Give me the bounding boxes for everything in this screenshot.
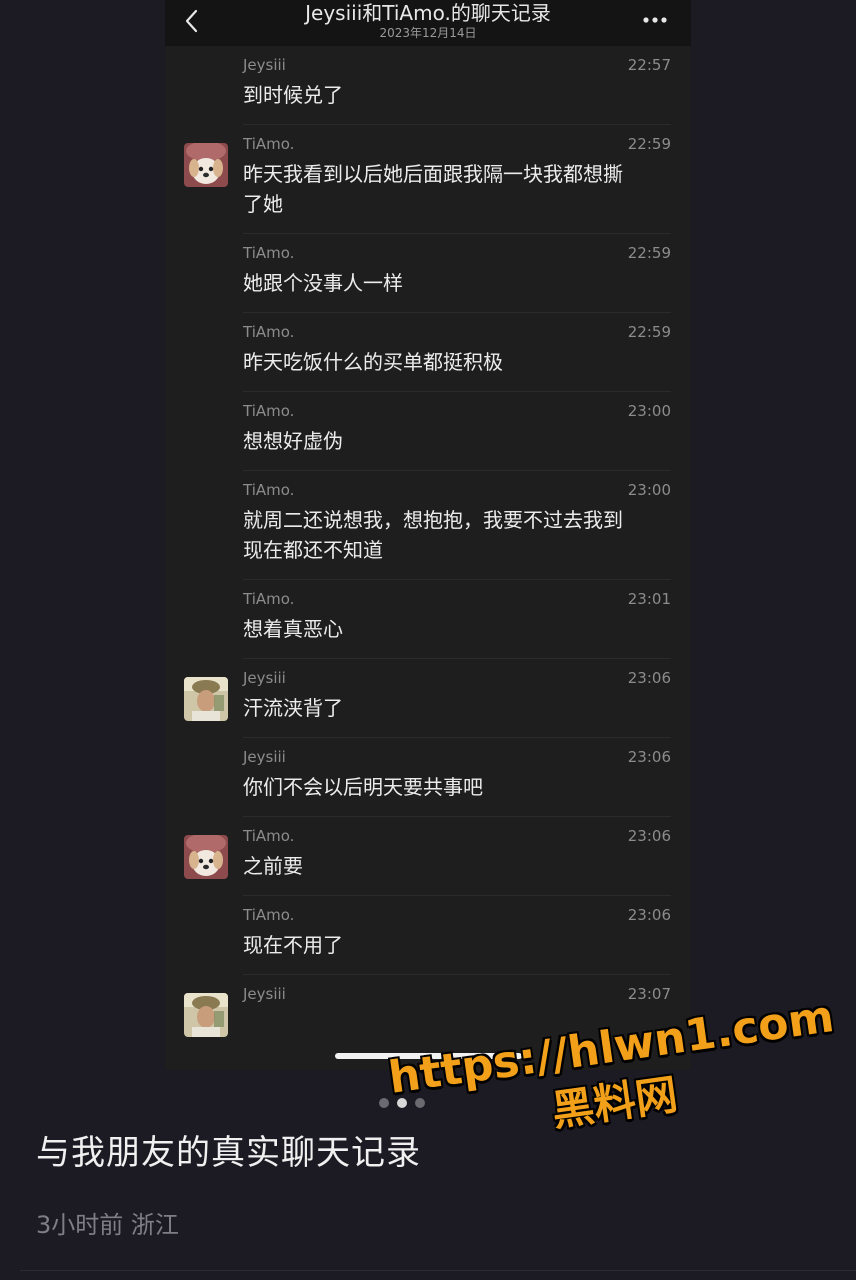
message-body: Jeysiii 23:07 bbox=[243, 975, 671, 1004]
message-sender: TiAmo. bbox=[243, 906, 295, 924]
message-body: TiAmo. 23:00 想想好虚伪 bbox=[243, 392, 671, 471]
chat-message[interactable]: TiAmo. 23:01 想着真恶心 bbox=[165, 580, 691, 659]
chat-message[interactable]: TiAmo. 23:06 之前要 bbox=[165, 817, 691, 896]
chat-message[interactable]: TiAmo. 23:00 就周二还说想我，想抱抱，我要不过去我到 现在都还不知道 bbox=[165, 471, 691, 580]
message-sender: TiAmo. bbox=[243, 323, 295, 341]
message-body: TiAmo. 23:06 现在不用了 bbox=[243, 896, 671, 975]
message-time: 22:57 bbox=[627, 56, 671, 74]
image-page-dots[interactable] bbox=[379, 1093, 433, 1108]
chat-message[interactable]: TiAmo. 22:59 她跟个没事人一样 bbox=[165, 234, 691, 313]
message-body: Jeysiii 23:06 汗流浃背了 bbox=[243, 659, 671, 738]
message-text: 现在不用了 bbox=[243, 933, 343, 957]
message-body: TiAmo. 22:59 昨天吃饭什么的买单都挺积极 bbox=[243, 313, 671, 392]
chat-message[interactable]: TiAmo. 23:00 想想好虚伪 bbox=[165, 392, 691, 471]
chat-message[interactable]: Jeysiii 23:06 你们不会以后明天要共事吧 bbox=[165, 738, 691, 817]
message-sender: Jeysiii bbox=[243, 748, 286, 766]
message-sender: TiAmo. bbox=[243, 827, 295, 845]
chat-header: Jeysiii和TiAmo.的聊天记录 2023年12月14日 bbox=[165, 0, 691, 46]
divider bbox=[20, 1270, 856, 1271]
message-list[interactable]: Jeysiii 22:57 到时候兑了 TiAmo. 22:59 昨天我看到以后她后面跟我… bbox=[165, 46, 691, 1037]
message-text: 昨天吃饭什么的买单都挺积极 bbox=[243, 350, 503, 374]
message-sender: TiAmo. bbox=[243, 590, 295, 608]
message-body: Jeysiii 23:06 你们不会以后明天要共事吧 bbox=[243, 738, 671, 817]
chat-title: Jeysiii和TiAmo.的聊天记录 bbox=[305, 1, 551, 25]
chat-message[interactable]: Jeysiii 23:07 bbox=[165, 975, 691, 1037]
person-avatar[interactable] bbox=[184, 677, 228, 721]
message-sender: Jeysiii bbox=[243, 56, 286, 74]
puppy-avatar[interactable] bbox=[184, 835, 228, 879]
page-dot[interactable] bbox=[397, 1098, 407, 1108]
message-text: 想想好虚伪 bbox=[243, 429, 343, 453]
message-text: 昨天我看到以后她后面跟我隔一块我都想撕 了她 bbox=[243, 162, 623, 216]
message-sender: TiAmo. bbox=[243, 481, 295, 499]
message-body: TiAmo. 22:59 昨天我看到以后她后面跟我隔一块我都想撕 了她 bbox=[243, 125, 671, 234]
message-text: 想着真恶心 bbox=[243, 617, 343, 641]
person-avatar[interactable] bbox=[184, 993, 228, 1037]
post-detail-page: Jeysiii和TiAmo.的聊天记录 2023年12月14日 Jeysiii 2… bbox=[0, 0, 856, 1280]
chat-message[interactable]: TiAmo. 23:06 现在不用了 bbox=[165, 896, 691, 975]
message-text: 她跟个没事人一样 bbox=[243, 271, 403, 295]
more-button[interactable] bbox=[641, 10, 671, 30]
more-dots-icon bbox=[643, 17, 667, 23]
page-dot[interactable] bbox=[415, 1098, 425, 1108]
chat-message[interactable]: Jeysiii 23:06 汗流浃背了 bbox=[165, 659, 691, 738]
message-time: 23:06 bbox=[627, 906, 671, 924]
message-text: 之前要 bbox=[243, 854, 303, 878]
message-time: 23:06 bbox=[627, 748, 671, 766]
message-sender: Jeysiii bbox=[243, 985, 286, 1003]
chevron-left-icon bbox=[185, 9, 198, 33]
message-time: 23:01 bbox=[627, 590, 671, 608]
message-time: 22:59 bbox=[627, 244, 671, 262]
home-indicator bbox=[335, 1053, 522, 1059]
message-time: 23:06 bbox=[627, 827, 671, 845]
message-body: TiAmo. 22:59 她跟个没事人一样 bbox=[243, 234, 671, 313]
message-time: 23:00 bbox=[627, 402, 671, 420]
message-time: 23:07 bbox=[627, 985, 671, 1003]
chat-message[interactable]: TiAmo. 22:59 昨天我看到以后她后面跟我隔一块我都想撕 了她 bbox=[165, 125, 691, 234]
message-body: TiAmo. 23:00 就周二还说想我，想抱抱，我要不过去我到 现在都还不知道 bbox=[243, 471, 671, 580]
chat-screenshot[interactable]: Jeysiii和TiAmo.的聊天记录 2023年12月14日 Jeysiii 2… bbox=[165, 0, 691, 1070]
page-dot[interactable] bbox=[379, 1098, 389, 1108]
message-sender: Jeysiii bbox=[243, 669, 286, 687]
message-time: 22:59 bbox=[627, 135, 671, 153]
chat-message[interactable]: Jeysiii 22:57 到时候兑了 bbox=[165, 46, 691, 125]
message-text: 到时候兑了 bbox=[243, 83, 343, 107]
message-text: 你们不会以后明天要共事吧 bbox=[243, 775, 483, 799]
message-time: 23:00 bbox=[627, 481, 671, 499]
message-time: 23:06 bbox=[627, 669, 671, 687]
message-time: 22:59 bbox=[627, 323, 671, 341]
message-body: Jeysiii 22:57 到时候兑了 bbox=[243, 46, 671, 125]
message-sender: TiAmo. bbox=[243, 244, 295, 262]
chat-date: 2023年12月14日 bbox=[379, 26, 477, 40]
post-title: 与我朋友的真实聊天记录 bbox=[36, 1133, 421, 1173]
message-body: TiAmo. 23:06 之前要 bbox=[243, 817, 671, 896]
puppy-avatar[interactable] bbox=[184, 143, 228, 187]
message-text: 就周二还说想我，想抱抱，我要不过去我到 现在都还不知道 bbox=[243, 508, 623, 562]
post-meta: 3小时前 浙江 bbox=[36, 1211, 179, 1239]
message-sender: TiAmo. bbox=[243, 402, 295, 420]
message-body: TiAmo. 23:01 想着真恶心 bbox=[243, 580, 671, 659]
back-button[interactable] bbox=[181, 6, 203, 36]
message-text: 汗流浃背了 bbox=[243, 696, 343, 720]
message-sender: TiAmo. bbox=[243, 135, 295, 153]
chat-message[interactable]: TiAmo. 22:59 昨天吃饭什么的买单都挺积极 bbox=[165, 313, 691, 392]
